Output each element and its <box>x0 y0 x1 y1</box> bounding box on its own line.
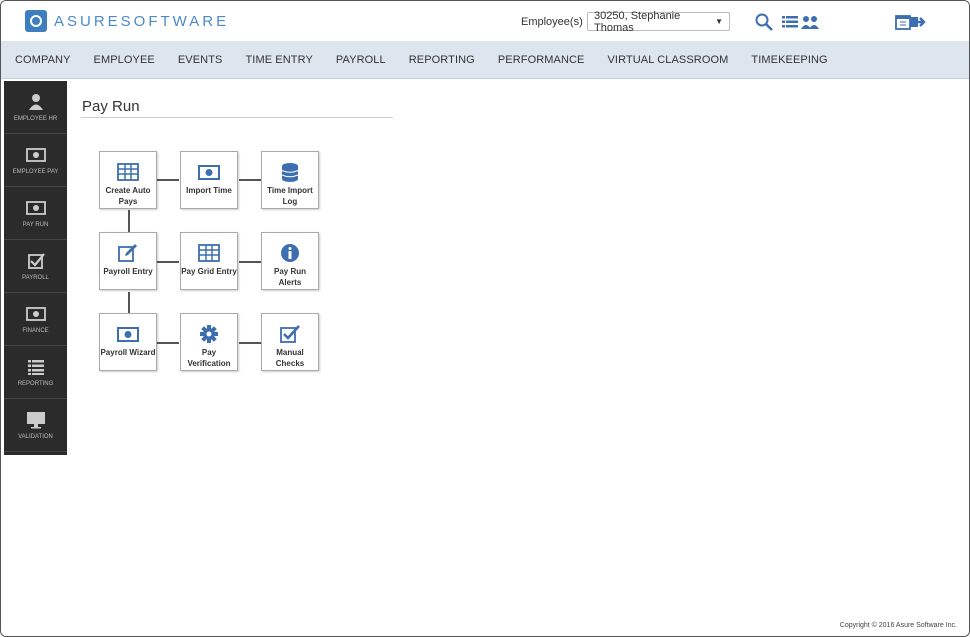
table-icon <box>198 243 220 263</box>
tile-label: Create Auto Pays <box>100 185 156 207</box>
users-icon[interactable] <box>800 12 820 32</box>
employee-label: Employee(s) <box>521 16 583 28</box>
header: ASURESOFTWARE Employee(s) 30250, Stephan… <box>1 1 969 41</box>
connector <box>239 342 261 344</box>
gear-icon <box>198 324 220 344</box>
tile-label: Import Time <box>181 185 237 196</box>
logo-mark-icon <box>25 10 47 32</box>
page-title: Pay Run <box>82 98 140 115</box>
sidebar-item-reporting[interactable]: REPORTING <box>4 346 67 399</box>
nav-employee[interactable]: EMPLOYEE <box>94 54 155 66</box>
money-icon <box>198 162 220 182</box>
tile-time-import-log[interactable]: Time Import Log <box>261 151 319 209</box>
tile-payroll-wizard[interactable]: Payroll Wizard <box>99 313 157 371</box>
edit-icon <box>117 243 139 263</box>
nav-payroll[interactable]: PAYROLL <box>336 54 386 66</box>
tile-pay-grid-entry[interactable]: Pay Grid Entry <box>180 232 238 290</box>
money-icon <box>26 146 46 164</box>
logo-text: ASURESOFTWARE <box>54 13 229 30</box>
sidebar-item-label: REPORTING <box>18 381 54 387</box>
sidebar-item-finance[interactable]: FINANCE <box>4 293 67 346</box>
money-icon <box>26 199 46 217</box>
sidebar-item-employee-hr[interactable]: EMPLOYEE HR <box>4 81 67 134</box>
sidebar-item-validation[interactable]: VALIDATION <box>4 399 67 452</box>
logo[interactable]: ASURESOFTWARE <box>25 10 229 32</box>
sidebar-item-payroll[interactable]: PAYROLL <box>4 240 67 293</box>
tile-label: Time Import Log <box>262 185 318 207</box>
tile-label: Pay Run Alerts <box>262 266 318 288</box>
nav-performance[interactable]: PERFORMANCE <box>498 54 585 66</box>
sidebar-item-label: EMPLOYEE PAY <box>13 169 59 175</box>
connector <box>128 292 130 314</box>
list-icon[interactable] <box>780 12 800 32</box>
connector <box>157 179 179 181</box>
chevron-down-icon: ▼ <box>715 17 723 26</box>
nav-virtual-classroom[interactable]: VIRTUAL CLASSROOM <box>608 54 729 66</box>
database-icon <box>279 162 301 182</box>
checkbox-icon <box>26 252 46 270</box>
tile-pay-verification[interactable]: Pay Verification <box>180 313 238 371</box>
sidebar-item-pay-run[interactable]: PAY RUN <box>4 187 67 240</box>
footer-copyright: Copyright © 2016 Asure Software Inc. <box>840 622 957 629</box>
nav-timekeeping[interactable]: TIMEKEEPING <box>751 54 827 66</box>
nav-time-entry[interactable]: TIME ENTRY <box>245 54 312 66</box>
tile-manual-checks[interactable]: Manual Checks <box>261 313 319 371</box>
money-icon <box>117 324 139 344</box>
money-icon <box>26 305 46 323</box>
employee-select[interactable]: 30250, Stephanie Thomas ▼ <box>587 12 730 31</box>
employee-select-value: 30250, Stephanie Thomas <box>594 10 715 34</box>
tile-label: Payroll Wizard <box>100 347 156 358</box>
connector <box>128 210 130 232</box>
sidebar-item-label: FINANCE <box>22 328 48 334</box>
connector <box>239 261 261 263</box>
table-icon <box>117 162 139 182</box>
tile-label: Pay Verification <box>181 347 237 369</box>
tile-payroll-entry[interactable]: Payroll Entry <box>99 232 157 290</box>
sidebar-item-label: PAY RUN <box>23 222 49 228</box>
monitor-icon <box>26 411 46 429</box>
tile-pay-run-alerts[interactable]: Pay Run Alerts <box>261 232 319 290</box>
sidebar-item-label: VALIDATION <box>18 434 53 440</box>
checkbox-icon <box>279 324 301 344</box>
top-nav: COMPANY EMPLOYEE EVENTS TIME ENTRY PAYRO… <box>1 41 969 79</box>
tile-import-time[interactable]: Import Time <box>180 151 238 209</box>
info-icon <box>279 243 301 263</box>
connector <box>157 342 179 344</box>
search-icon[interactable] <box>754 12 774 32</box>
person-icon <box>26 93 46 111</box>
tile-label: Pay Grid Entry <box>181 266 237 277</box>
nav-company[interactable]: COMPANY <box>15 54 71 66</box>
tile-label: Payroll Entry <box>100 266 156 277</box>
tile-create-auto-pays[interactable]: Create Auto Pays <box>99 151 157 209</box>
nav-reporting[interactable]: REPORTING <box>409 54 475 66</box>
nav-events[interactable]: EVENTS <box>178 54 223 66</box>
sidebar-item-employee-pay[interactable]: EMPLOYEE PAY <box>4 134 67 187</box>
connector <box>157 261 179 263</box>
connector <box>239 179 261 181</box>
logout-icon[interactable] <box>908 12 928 32</box>
sidebar-item-label: PAYROLL <box>22 275 49 281</box>
sidebar: EMPLOYEE HR EMPLOYEE PAY PAY RUN PAYROLL <box>4 81 67 455</box>
title-divider <box>81 117 393 118</box>
tile-label: Manual Checks <box>262 347 318 369</box>
app-window: ASURESOFTWARE Employee(s) 30250, Stephan… <box>0 0 970 637</box>
sidebar-item-label: EMPLOYEE HR <box>14 116 57 122</box>
list-icon <box>26 358 46 376</box>
